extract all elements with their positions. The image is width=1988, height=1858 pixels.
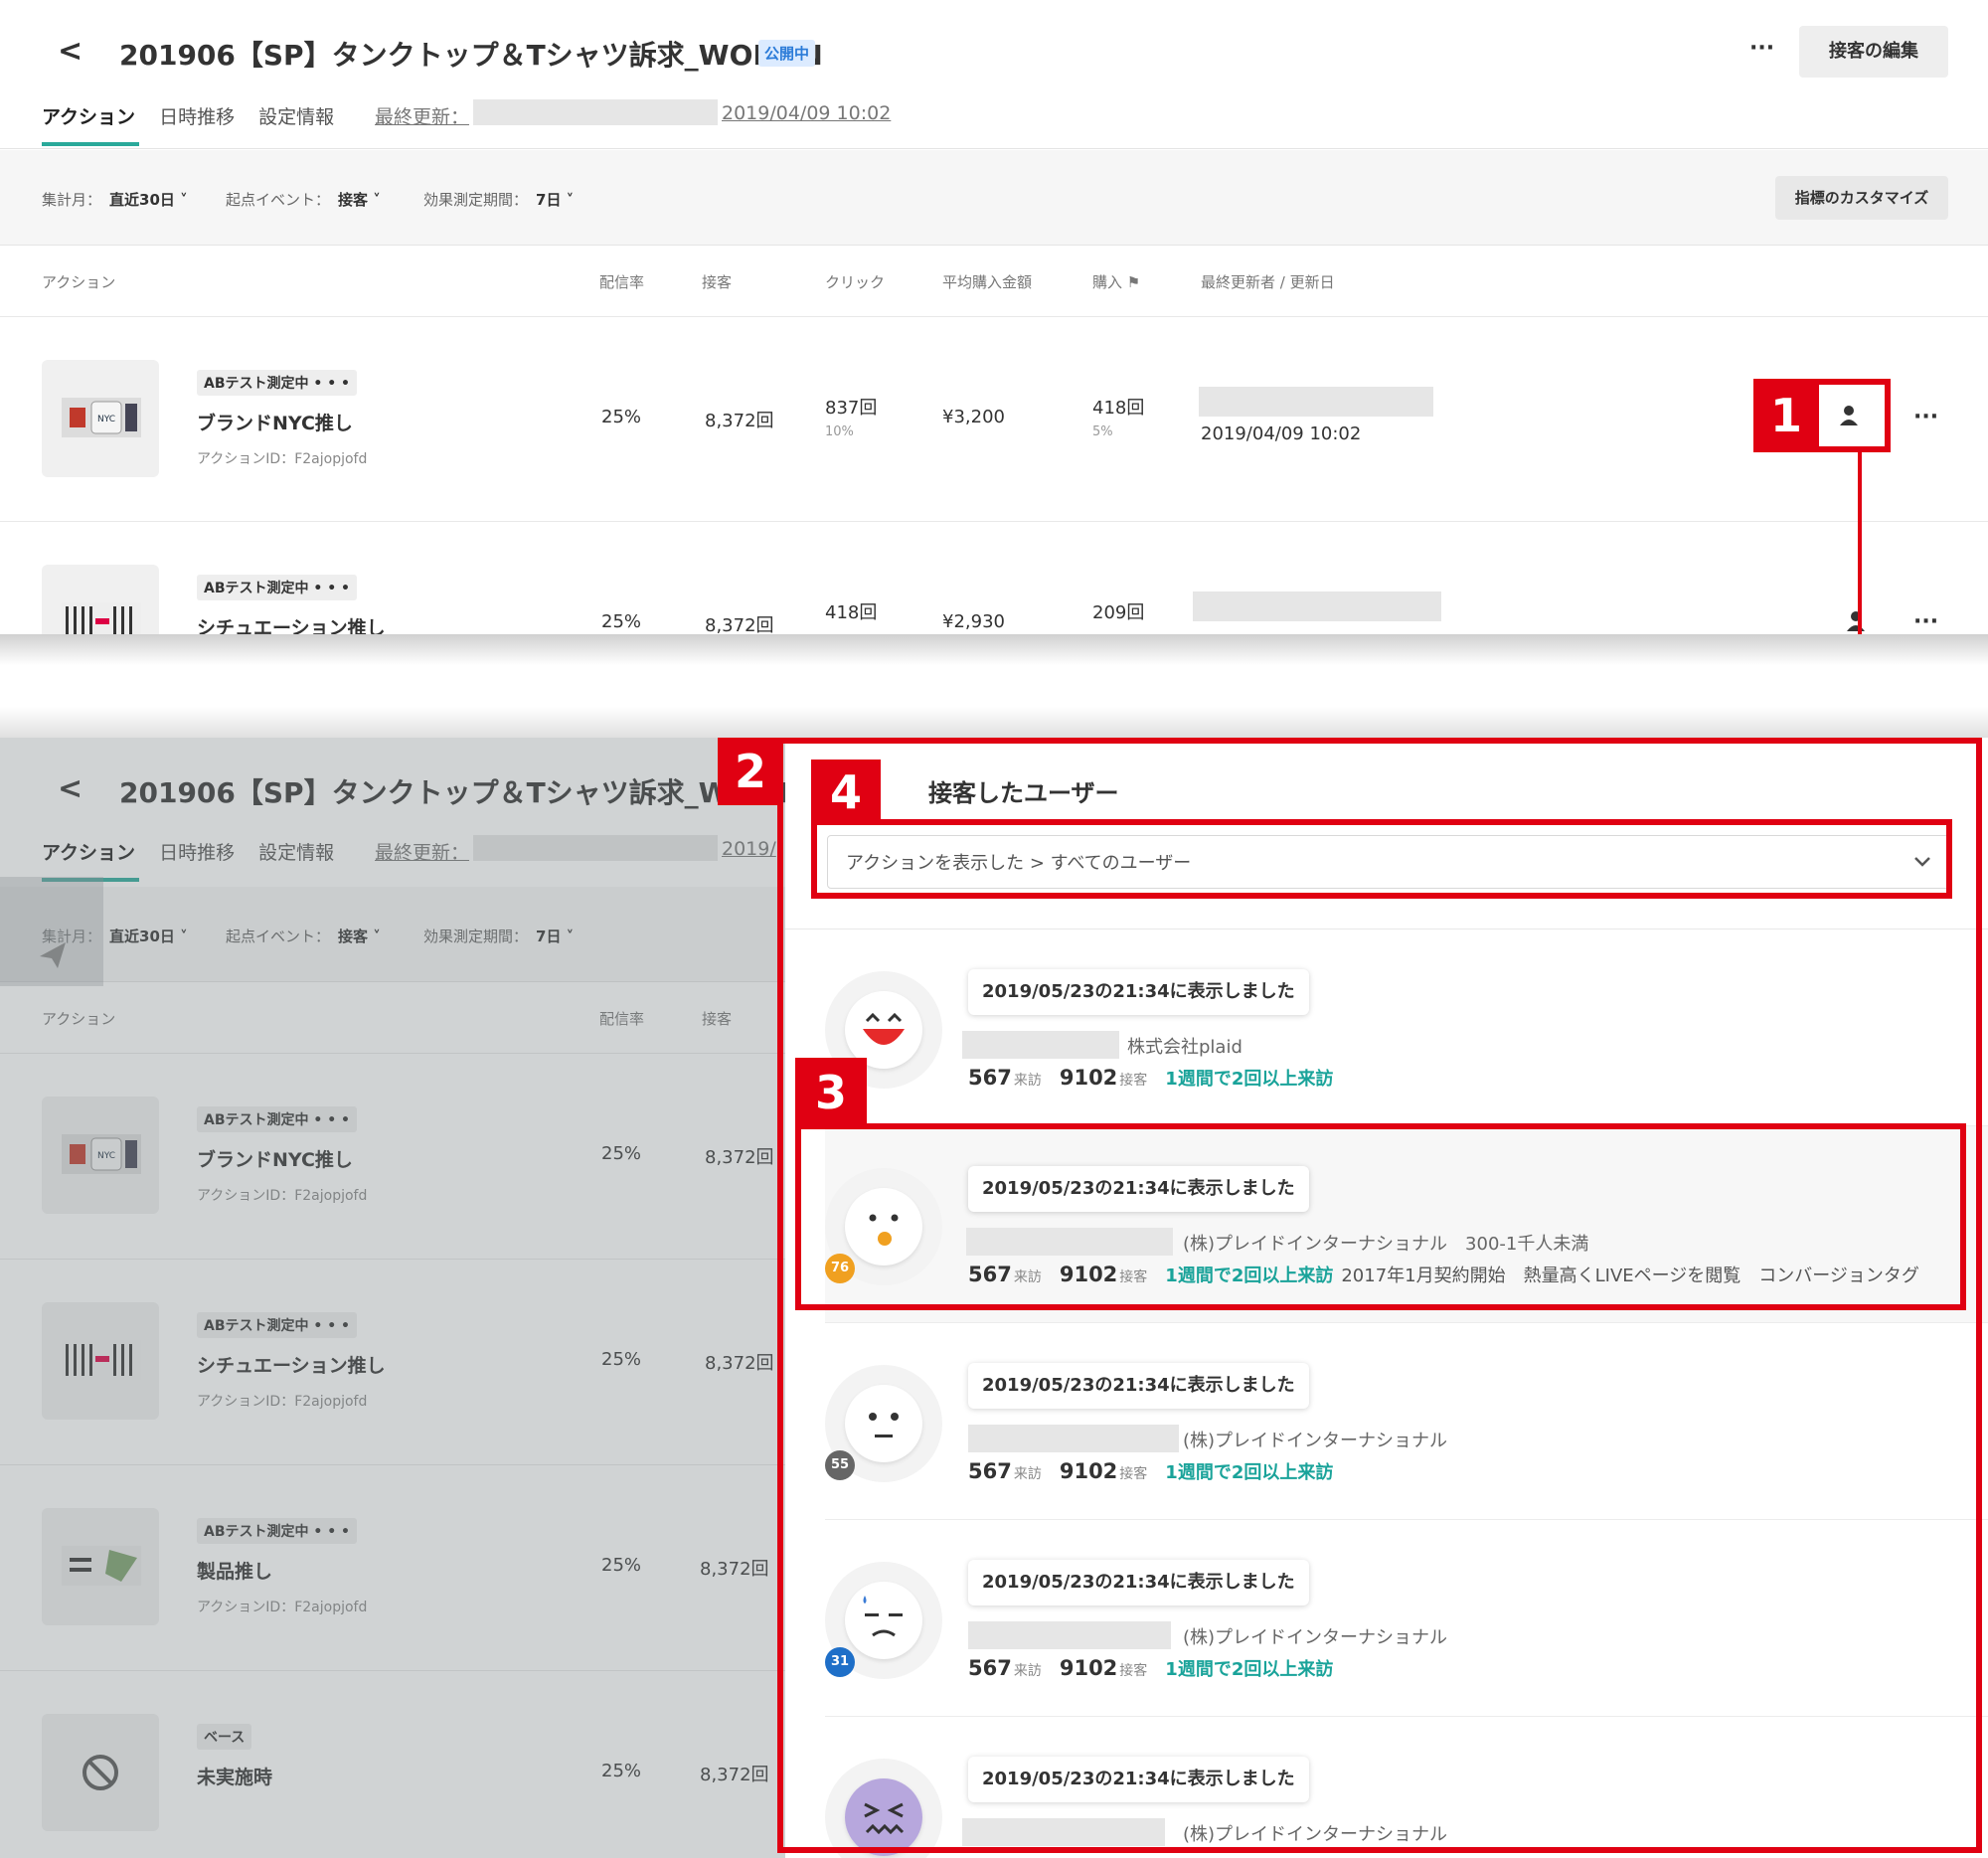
svg-text:NYC: NYC xyxy=(97,415,115,424)
action-thumbnail: NYC xyxy=(42,360,159,477)
updated-label: 最終更新： xyxy=(375,106,470,128)
separator-gap xyxy=(0,634,1988,738)
striped-image-icon xyxy=(62,602,141,634)
blurred-updater xyxy=(1199,387,1433,417)
callout-3-box xyxy=(795,1123,1966,1310)
period-filter[interactable]: 集計月： 直近30日 ˅ xyxy=(42,189,188,210)
purchase-count: 418回 xyxy=(1092,398,1145,419)
filter-bar: 集計月： 直近30日 ˅ 起点イベント： 接客 ˅ 効果測定期間： 7日 ˅ 指標のカ… xyxy=(0,150,1988,246)
callout-1-box: 1 xyxy=(1753,379,1891,452)
blurred-updater xyxy=(473,99,718,125)
callout-1-label: 1 xyxy=(1753,379,1819,452)
col-avg-purchase: 平均購入金額 xyxy=(942,273,1033,291)
callout-2-label: 2 xyxy=(718,738,783,805)
tab-timeline[interactable]: 日時推移 xyxy=(159,102,235,129)
tshirt-image-icon: NYC xyxy=(62,398,141,437)
col-click: クリック xyxy=(825,273,886,291)
action-name[interactable]: シチュエーション推し xyxy=(197,613,386,634)
blurred-updater xyxy=(1193,591,1441,621)
purchase-rate: 5% xyxy=(1092,424,1113,439)
effect-period-filter[interactable]: 効果測定期間： 7日 ˅ xyxy=(423,189,574,210)
active-tab-indicator xyxy=(42,142,139,146)
callout-4-box xyxy=(811,819,1952,899)
modal-overlay[interactable] xyxy=(0,738,785,1858)
table-header: アクション 配信率 接客 クリック 平均購入金額 購入 ⚑ 最終更新者 / 更新… xyxy=(0,246,1988,317)
callout-4-label: 4 xyxy=(811,760,881,825)
back-button[interactable]: < xyxy=(58,34,83,69)
tab-settings[interactable]: 設定情報 xyxy=(258,102,334,129)
row-more-button[interactable]: ··· xyxy=(1913,609,1938,634)
page-header: < 201906【SP】タンクトップ＆Tシャツ訴求_WOMEN 公開中 ··· … xyxy=(0,0,1988,149)
delivery-rate: 25% xyxy=(601,407,642,427)
click-count: 418回 xyxy=(825,602,878,623)
table-row[interactable]: ABテスト測定中 • • • シチュエーション推し 25% 8,372回 418… xyxy=(0,522,1988,634)
action-thumbnail xyxy=(42,565,159,634)
status-badge: 公開中 xyxy=(758,40,816,67)
serve-count: 8,372回 xyxy=(705,615,774,634)
col-purchase: 購入 ⚑ xyxy=(1092,273,1141,291)
page-title: 201906【SP】タンクトップ＆Tシャツ訴求_WOMEN xyxy=(119,39,823,72)
col-rate: 配信率 xyxy=(599,273,645,291)
click-count: 837回 xyxy=(825,398,878,419)
avg-purchase: ¥2,930 xyxy=(942,611,1005,632)
updated-date: 2019/04/09 10:02 xyxy=(722,102,892,124)
event-filter[interactable]: 起点イベント： 接客 ˅ xyxy=(226,189,381,210)
action-name[interactable]: ブランドNYC推し xyxy=(197,409,353,435)
col-updated: 最終更新者 / 更新日 xyxy=(1201,273,1335,291)
ab-test-badge: ABテスト測定中 • • • xyxy=(197,370,357,396)
col-serve: 接客 xyxy=(702,273,733,291)
edit-serve-button[interactable]: 接客の編集 xyxy=(1799,26,1948,78)
delivery-rate: 25% xyxy=(601,611,642,632)
callout-3-label: 3 xyxy=(795,1058,867,1127)
updated-at: 2019/04/09 10:02 xyxy=(1201,423,1362,444)
more-menu-button[interactable]: ··· xyxy=(1749,36,1774,61)
click-rate: 10% xyxy=(825,424,854,439)
action-id: アクションID：F2ajopjofd xyxy=(197,451,368,467)
table-row[interactable]: NYC ABテスト測定中 • • • ブランドNYC推し アクションID：F2a… xyxy=(0,317,1988,522)
customize-metrics-button[interactable]: 指標のカスタマイズ xyxy=(1775,176,1948,220)
serve-count: 8,372回 xyxy=(705,411,774,431)
user-icon[interactable] xyxy=(1838,404,1860,425)
purchase-count: 209回 xyxy=(1092,602,1145,623)
user-icon[interactable] xyxy=(1845,609,1867,631)
col-action: アクション xyxy=(42,273,116,291)
user-button[interactable] xyxy=(1823,391,1875,440)
ab-test-badge: ABテスト測定中 • • • xyxy=(197,575,357,600)
row-more-button[interactable]: ··· xyxy=(1913,405,1938,429)
avg-purchase: ¥3,200 xyxy=(942,407,1005,427)
tab-action[interactable]: アクション xyxy=(42,102,135,129)
